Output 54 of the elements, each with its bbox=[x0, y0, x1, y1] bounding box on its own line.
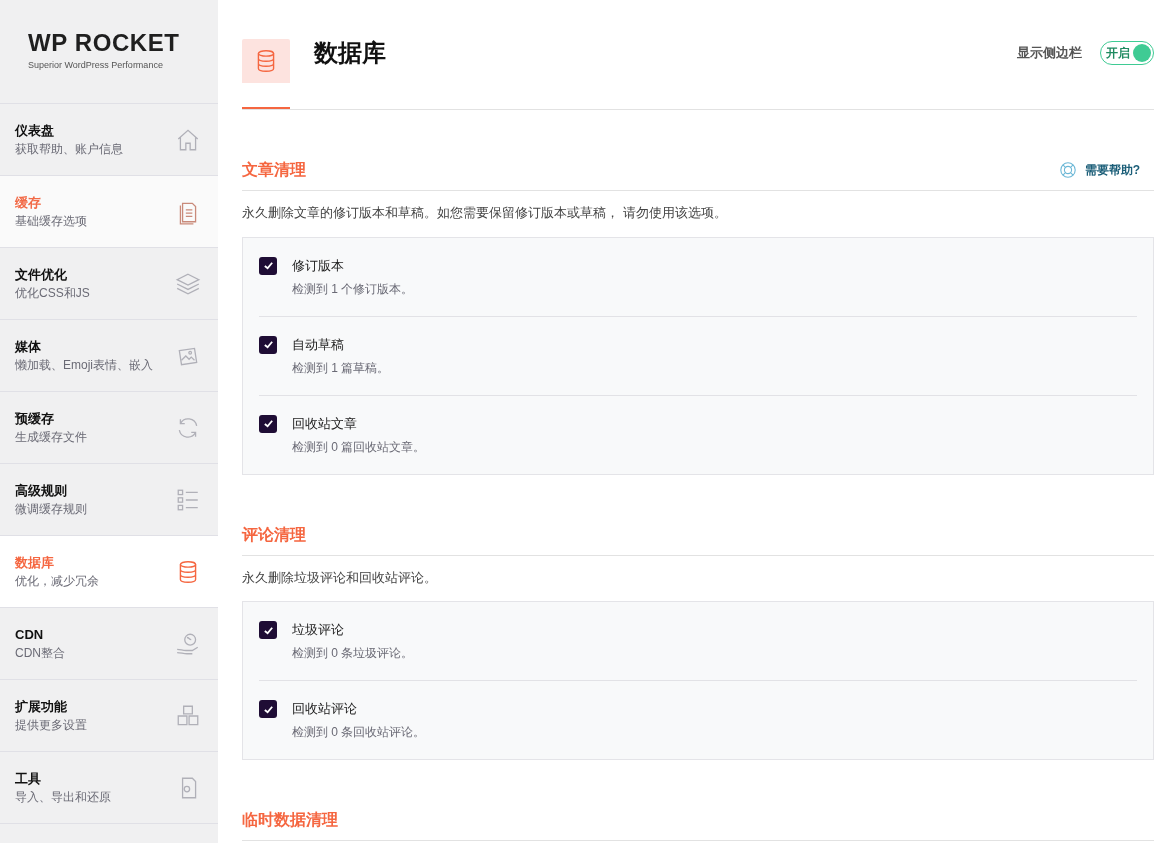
sidebar-item[interactable]: 数据库 优化，减少冗余 bbox=[0, 536, 218, 608]
checkbox[interactable] bbox=[259, 414, 277, 433]
option-label: 自动草稿 bbox=[292, 335, 345, 354]
sidebar-item-title: 文件优化 bbox=[15, 265, 68, 284]
logo-wordmark: WP ROCKET bbox=[28, 30, 181, 55]
sidebar-item-subtitle: 优化CSS和JS bbox=[15, 284, 90, 302]
option-label: 回收站评论 bbox=[292, 700, 358, 718]
section-title: 评论清理 bbox=[242, 524, 306, 545]
option-label: 垃圾评论 bbox=[292, 621, 345, 639]
logo-tagline: Superior WordPress Performance bbox=[28, 58, 164, 72]
sidebar-item-subtitle: 微调缓存规则 bbox=[15, 500, 87, 518]
check-icon bbox=[262, 703, 274, 715]
section-description: 永久删除文章的修订版本和草稿。如您需要保留修订版本或草稿， 请勿使用该选项。 bbox=[242, 204, 728, 222]
sidebar-item-title: 数据库 bbox=[15, 553, 55, 572]
check-icon bbox=[262, 260, 274, 271]
sidebar-item[interactable]: 缓存 基础缓存选项 bbox=[0, 176, 218, 248]
lifebuoy-icon bbox=[1058, 161, 1077, 179]
sidebar-item-title: CDN bbox=[15, 625, 45, 644]
sidebar-item-subtitle: 懒加载、Emoji表情、嵌入 bbox=[15, 356, 153, 374]
checkbox[interactable] bbox=[259, 256, 277, 275]
sidebar-toggle[interactable]: 开启 bbox=[1100, 40, 1154, 65]
check-icon bbox=[262, 624, 274, 636]
sidebar-item-subtitle: 导入、导出和还原 bbox=[15, 788, 111, 806]
sidebar-item-subtitle: 获取帮助、账户信息 bbox=[15, 140, 123, 158]
sidebar-item-title: 仪表盘 bbox=[15, 121, 55, 140]
toggle-label: 显示侧边栏 bbox=[1017, 43, 1082, 62]
sidebar-item-subtitle: 优化，减少冗余 bbox=[15, 572, 99, 590]
checkbox[interactable] bbox=[259, 700, 277, 718]
check-icon bbox=[262, 418, 274, 429]
section-title: 临时数据清理 bbox=[242, 810, 338, 830]
section-description: 永久删除垃圾评论和回收站评论。 bbox=[242, 568, 438, 587]
sidebar-item-title: 高级规则 bbox=[15, 481, 68, 500]
sidebar-item-subtitle: 生成缓存文件 bbox=[15, 428, 87, 446]
option-detail: 检测到 1 篇草稿。 bbox=[292, 359, 390, 376]
sidebar-item-subtitle: 基础缓存选项 bbox=[15, 212, 87, 230]
sidebar-item-subtitle: 提供更多设置 bbox=[15, 716, 87, 734]
sidebar-item-title: 缓存 bbox=[15, 193, 42, 212]
sidebar-item-subtitle: CDN整合 bbox=[15, 644, 65, 662]
sidebar-item-title: 工具 bbox=[15, 769, 42, 788]
option-label: 回收站文章 bbox=[292, 414, 358, 433]
sidebar-item-title: 预缓存 bbox=[15, 409, 55, 428]
option-detail: 检测到 0 条回收站评论。 bbox=[292, 724, 426, 740]
checkbox[interactable] bbox=[259, 621, 277, 639]
sidebar-item-title: 媒体 bbox=[15, 337, 42, 356]
checkbox[interactable] bbox=[259, 335, 277, 354]
page-title: 数据库 bbox=[314, 37, 386, 68]
section-title: 文章清理 bbox=[242, 160, 306, 180]
option-detail: 检测到 1 个修订版本。 bbox=[292, 280, 414, 297]
sidebar-item-title: 扩展功能 bbox=[15, 697, 68, 716]
help-link[interactable]: 需要帮助? bbox=[1058, 161, 1140, 179]
option-detail: 检测到 0 篇回收站文章。 bbox=[292, 438, 426, 455]
option-detail: 检测到 0 条垃圾评论。 bbox=[292, 645, 414, 661]
option-label: 修订版本 bbox=[292, 256, 345, 275]
check-icon bbox=[262, 339, 274, 350]
